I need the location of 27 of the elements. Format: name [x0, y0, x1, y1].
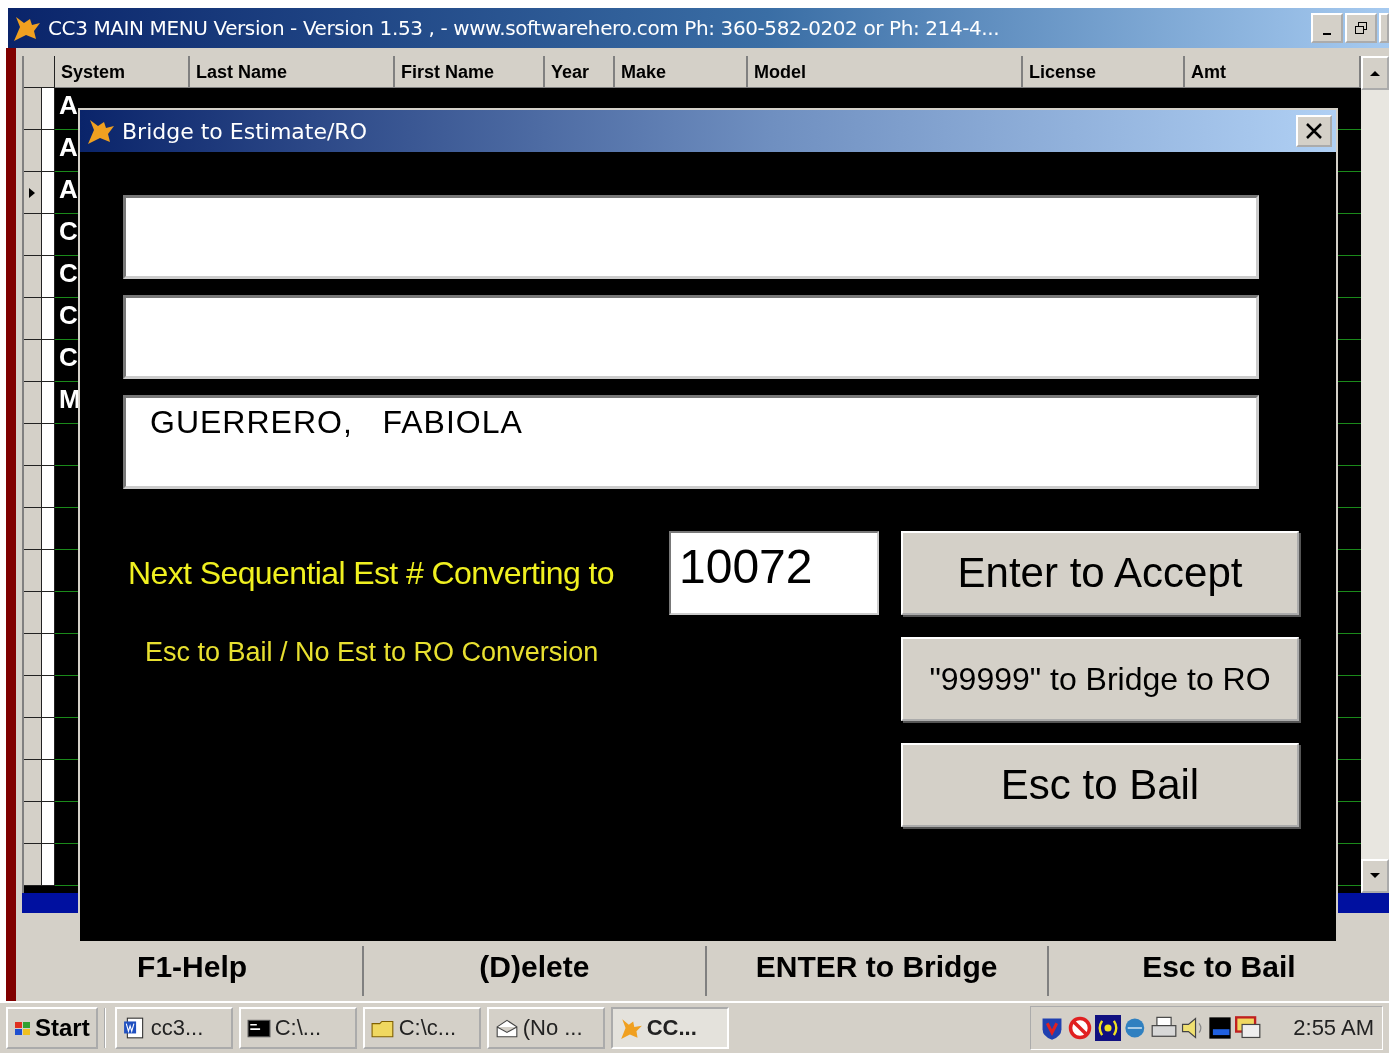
- taskbar-button[interactable]: CC...: [610, 1007, 729, 1049]
- dialog-button[interactable]: Enter to Accept: [901, 531, 1299, 615]
- column-header[interactable]: Last Name: [190, 56, 395, 88]
- start-button[interactable]: Start: [6, 1007, 98, 1049]
- clock: 2:55 AM: [1293, 1015, 1374, 1041]
- taskbar-button[interactable]: (No ...: [486, 1007, 605, 1049]
- function-key[interactable]: F1-Help: [22, 946, 363, 996]
- column-header[interactable]: Year: [545, 56, 615, 88]
- taskbar-button[interactable]: C:\...: [238, 1007, 357, 1049]
- dialog-button[interactable]: Esc to Bail: [901, 743, 1299, 827]
- text-field[interactable]: GUERRERO, FABIOLA: [123, 395, 1259, 489]
- column-header[interactable]: First Name: [395, 56, 545, 88]
- taskbar-button[interactable]: C:\c...: [362, 1007, 481, 1049]
- window-title: CC3 MAIN MENU Version - Version 1.53 , - www.softwarehero.com Ph: 360-582-0202 or Ph: 214-4...: [48, 16, 1001, 40]
- column-header[interactable]: System: [55, 56, 190, 88]
- dialog-button[interactable]: "99999" to Bridge to RO: [901, 637, 1299, 721]
- column-header[interactable]: Make: [615, 56, 748, 88]
- hint-text: Esc to Bail / No Est to RO Conversion: [145, 637, 600, 668]
- taskbar-button[interactable]: cc3...: [114, 1007, 233, 1049]
- column-header[interactable]: Model: [748, 56, 1023, 88]
- function-key[interactable]: (D)elete: [362, 946, 705, 996]
- number-field[interactable]: 10072: [669, 531, 879, 615]
- column-header[interactable]: License: [1023, 56, 1185, 88]
- column-header[interactable]: Amt: [1185, 56, 1361, 88]
- function-key[interactable]: ENTER to Bridge: [704, 946, 1047, 996]
- prompt-label: Next Sequential Est # Converting to: [128, 554, 615, 592]
- function-key[interactable]: Esc to Bail: [1046, 946, 1389, 996]
